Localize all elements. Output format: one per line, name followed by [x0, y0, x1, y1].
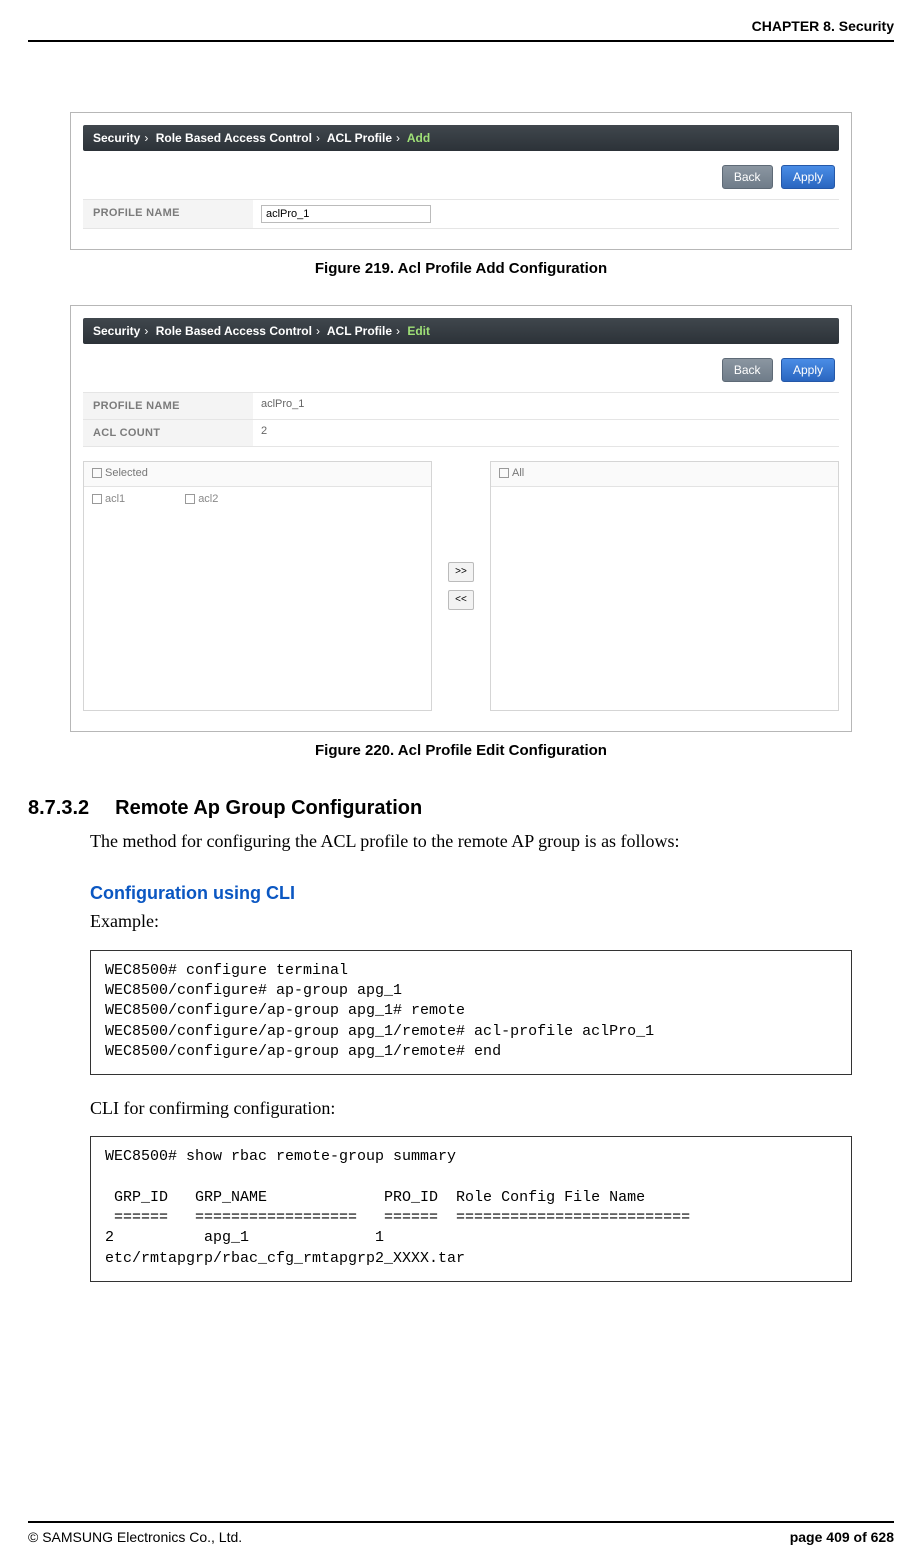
list-item[interactable]: acl1	[92, 493, 125, 505]
acl-count-value: 2	[253, 420, 839, 446]
page-footer: © SAMSUNG Electronics Co., Ltd. page 409…	[28, 1521, 894, 1545]
checkbox-icon[interactable]	[499, 468, 509, 478]
section-heading: 8.7.3.2 Remote Ap Group Configuration	[28, 797, 894, 820]
section-title: Remote Ap Group Configuration	[115, 797, 422, 820]
checkbox-icon[interactable]	[185, 494, 195, 504]
code-block: WEC8500# configure terminal WEC8500/conf…	[90, 950, 852, 1075]
crumb-active: Edit	[407, 324, 430, 338]
breadcrumb: Security› Role Based Access Control› ACL…	[83, 318, 839, 344]
all-header: All	[512, 467, 524, 479]
profile-name-label: PROFILE NAME	[83, 200, 253, 228]
acl-item-label: acl2	[198, 493, 218, 505]
selected-list[interactable]: Selected acl1 acl2	[83, 461, 432, 711]
crumb: Security	[93, 131, 140, 145]
back-button[interactable]: Back	[722, 358, 773, 382]
move-left-button[interactable]: <<	[448, 590, 474, 610]
profile-name-label: PROFILE NAME	[83, 393, 253, 419]
crumb: ACL Profile	[327, 324, 392, 338]
profile-name-value: aclPro_1	[253, 393, 839, 419]
checkbox-icon[interactable]	[92, 468, 102, 478]
section-intro: The method for configuring the ACL profi…	[90, 830, 894, 853]
crumb: Role Based Access Control	[156, 324, 312, 338]
example-label: Example:	[90, 910, 894, 933]
cli-confirm-label: CLI for confirming configuration:	[90, 1097, 894, 1120]
profile-name-input[interactable]	[261, 205, 431, 223]
crumb-active: Add	[407, 131, 430, 145]
figure-caption: Figure 220. Acl Profile Edit Configurati…	[28, 742, 894, 759]
breadcrumb: Security› Role Based Access Control› ACL…	[83, 125, 839, 151]
crumb: Security	[93, 324, 140, 338]
copyright: © SAMSUNG Electronics Co., Ltd.	[28, 1529, 242, 1545]
code-block: WEC8500# show rbac remote-group summary …	[90, 1136, 852, 1282]
selected-header: Selected	[105, 467, 148, 479]
move-right-button[interactable]: >>	[448, 562, 474, 582]
acl-item-label: acl1	[105, 493, 125, 505]
back-button[interactable]: Back	[722, 165, 773, 189]
figure-220: Security› Role Based Access Control› ACL…	[70, 305, 852, 732]
chapter-header: CHAPTER 8. Security	[28, 18, 894, 42]
all-list[interactable]: All	[490, 461, 839, 711]
page-number: page 409 of 628	[790, 1529, 894, 1545]
apply-button[interactable]: Apply	[781, 358, 835, 382]
crumb: Role Based Access Control	[156, 131, 312, 145]
section-number: 8.7.3.2	[28, 797, 89, 820]
checkbox-icon[interactable]	[92, 494, 102, 504]
cli-heading: Configuration using CLI	[90, 883, 894, 904]
figure-219: Security› Role Based Access Control› ACL…	[70, 112, 852, 250]
list-item[interactable]: acl2	[185, 493, 218, 505]
figure-caption: Figure 219. Acl Profile Add Configuratio…	[28, 260, 894, 277]
crumb: ACL Profile	[327, 131, 392, 145]
acl-count-label: ACL COUNT	[83, 420, 253, 446]
apply-button[interactable]: Apply	[781, 165, 835, 189]
